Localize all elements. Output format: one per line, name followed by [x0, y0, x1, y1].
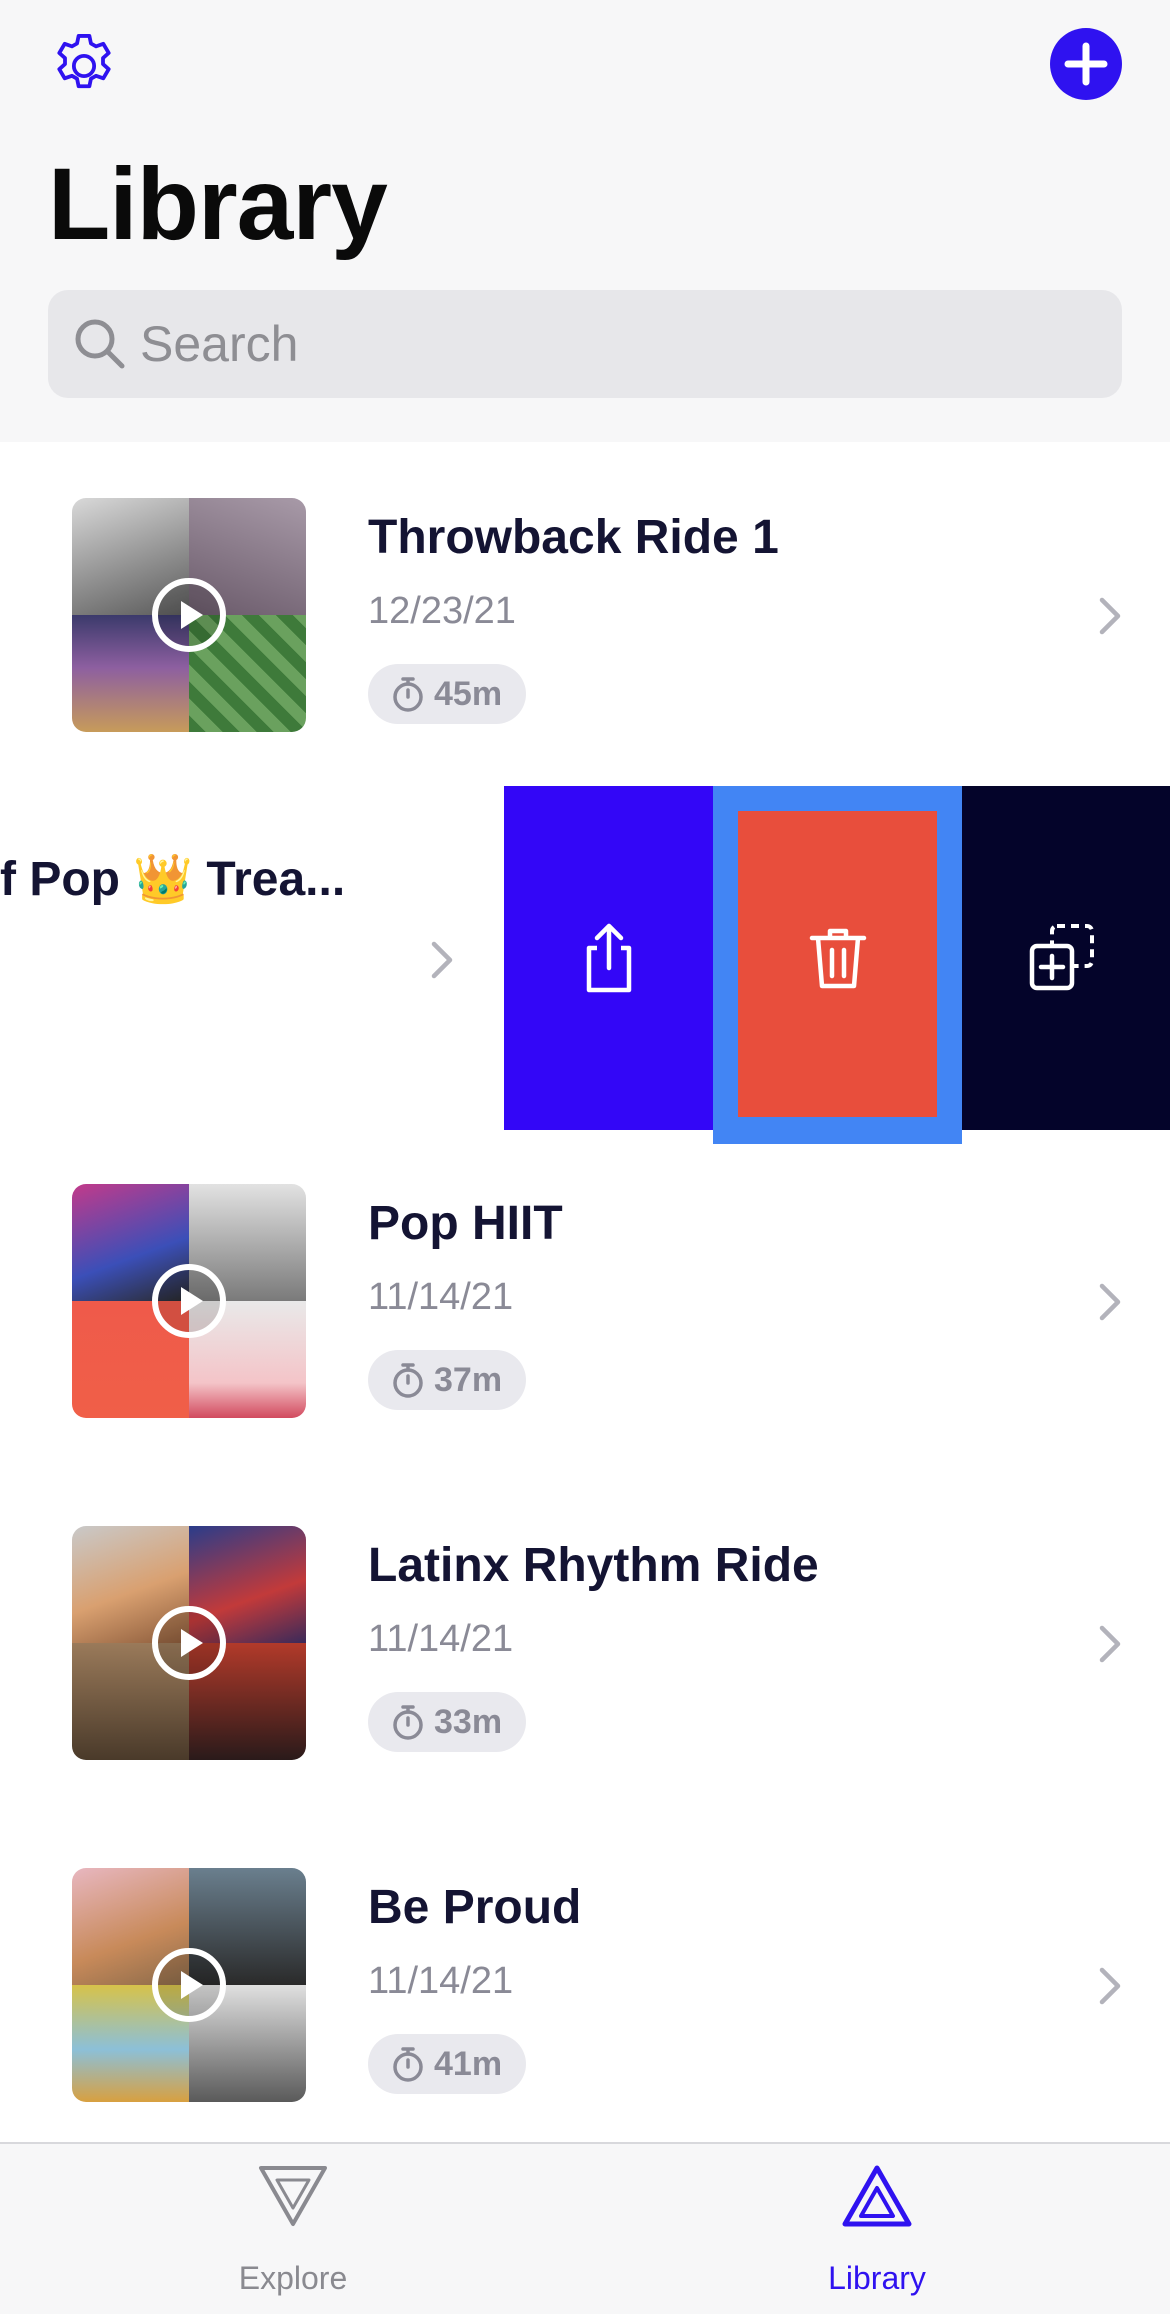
duration-text: 33m [434, 1702, 503, 1741]
tab-bar: Explore Library [0, 2142, 1170, 2314]
timer-icon [393, 1705, 423, 1740]
ride-title: f Pop 👑 Trea... [0, 853, 346, 906]
tab-explore[interactable]: Explore [143, 2164, 443, 2296]
ride-cover-art[interactable] [72, 1526, 306, 1760]
search-icon [75, 319, 125, 369]
page-title: Library [48, 147, 388, 261]
duration-badge: 45m [368, 664, 527, 724]
ride-title: Latinx Rhythm Ride [368, 1539, 819, 1592]
ride-date: 11/14/21 [368, 1276, 514, 1318]
chevron-right-icon [1099, 1967, 1121, 2005]
play-icon[interactable] [149, 1945, 229, 2025]
chevron-right-icon [1099, 597, 1121, 635]
play-icon[interactable] [149, 1261, 229, 1341]
tab-label: Library [828, 2260, 926, 2296]
duration-badge: 41m [368, 2034, 527, 2094]
play-icon[interactable] [149, 1603, 229, 1683]
list-item[interactable]: Pop HIIT 11/14/21 37m [0, 1128, 1170, 1428]
library-icon [842, 2165, 912, 2227]
ride-date: 11/14/21 [368, 1618, 514, 1660]
plus-icon [1064, 42, 1108, 86]
tab-label: Explore [238, 2260, 348, 2296]
ride-title: Throwback Ride 1 [368, 511, 779, 564]
ride-cover-art[interactable] [72, 1184, 306, 1418]
duration-badge: 37m [368, 1350, 527, 1410]
delete-action-focus [713, 786, 962, 1144]
ride-cover-art[interactable] [72, 498, 306, 732]
gear-icon [57, 34, 111, 89]
timer-icon [393, 677, 423, 712]
duration-text: 45m [434, 674, 503, 713]
settings-button[interactable] [46, 28, 122, 104]
timer-icon [393, 2047, 423, 2082]
timer-icon [393, 1363, 423, 1398]
share-action-button[interactable] [504, 786, 714, 1130]
duplicate-icon [1029, 924, 1094, 991]
duration-text: 41m [434, 2044, 503, 2083]
chevron-right-icon [1099, 1625, 1121, 1663]
search-bar[interactable] [48, 290, 1122, 398]
play-icon[interactable] [149, 575, 229, 655]
list-item[interactable]: Be Proud 11/14/21 41m [0, 1812, 1170, 2112]
swiped-list-item[interactable]: f Pop 👑 Trea... [0, 786, 1170, 1144]
tab-library[interactable]: Library [727, 2164, 1027, 2296]
ride-title: Be Proud [368, 1881, 582, 1934]
search-input[interactable] [140, 310, 1040, 378]
duplicate-action-button[interactable] [962, 786, 1170, 1130]
header: Library [0, 0, 1170, 442]
delete-action-button[interactable] [738, 811, 937, 1117]
ride-title: Pop HIIT [368, 1197, 563, 1250]
chevron-right-icon [431, 941, 453, 979]
list-item[interactable]: Throwback Ride 1 12/23/21 45m [0, 442, 1170, 742]
ride-date: 11/14/21 [368, 1960, 514, 2002]
add-button[interactable] [1050, 28, 1122, 100]
share-icon [586, 923, 632, 993]
duration-text: 37m [434, 1360, 503, 1399]
ride-list: Throwback Ride 1 12/23/21 45m f Pop 👑 Tr… [0, 442, 1170, 2142]
ride-date: 12/23/21 [368, 590, 516, 632]
chevron-right-icon [1099, 1283, 1121, 1321]
list-item[interactable]: Latinx Rhythm Ride 11/14/21 33m [0, 1470, 1170, 1770]
duration-badge: 33m [368, 1692, 527, 1752]
trash-icon [809, 928, 867, 989]
explore-icon [259, 2166, 327, 2226]
ride-cover-art[interactable] [72, 1868, 306, 2102]
